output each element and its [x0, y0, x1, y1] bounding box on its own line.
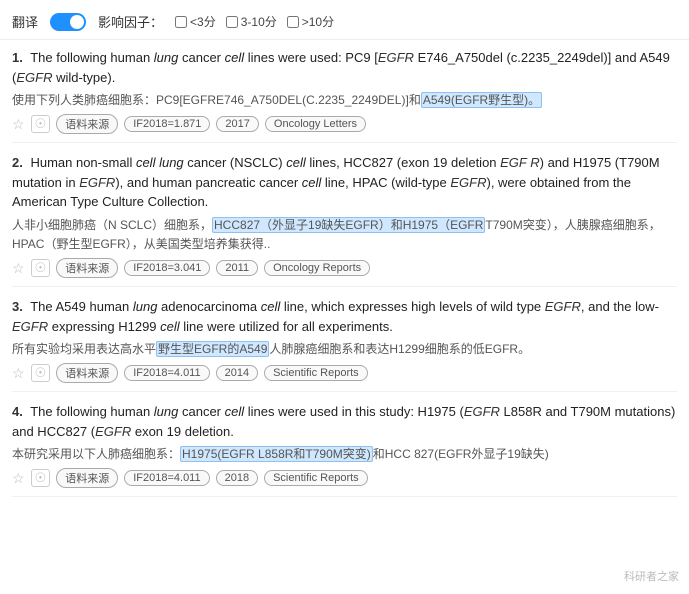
r1-cite-icon[interactable]: ☉ — [31, 115, 51, 133]
filter-lt3-checkbox[interactable] — [175, 16, 187, 28]
filter-3to10-checkbox[interactable] — [226, 16, 238, 28]
r1-star-icon[interactable]: ☆ — [12, 116, 25, 133]
result-1-en: 1. The following human lung cancer cell … — [12, 48, 677, 87]
watermark: 科研者之家 — [624, 568, 679, 584]
r2-egfr3: EGFR — [450, 175, 486, 190]
r3-journal-tag[interactable]: Scientific Reports — [264, 365, 368, 381]
results-list: 1. The following human lung cancer cell … — [0, 48, 689, 497]
filter-group: <3分 3-10分 >10分 — [175, 13, 334, 30]
result-2-cn: 人非小细胞肺癌（N SCLC）细胞系，HCC827（外显子19缺失EGFR）和H… — [12, 216, 677, 254]
r1-year-tag[interactable]: 2017 — [216, 116, 258, 132]
r2-egfr2: EGFR — [79, 175, 115, 190]
r3-lung: lung — [133, 299, 158, 314]
result-2-meta: ☆ ☉ 语料来源 IF2018=3.041 2011 Oncology Repo… — [12, 258, 677, 278]
r1-cn-highlight: A549(EGFR野生型)。 — [421, 92, 542, 108]
r4-source-tag[interactable]: 语料来源 — [56, 468, 118, 488]
r2-cn-highlight: HCC827（外显子19缺失EGFR）和H1975（EGFR — [212, 217, 485, 233]
r4-cite-icon[interactable]: ☉ — [31, 469, 51, 487]
result-3-meta: ☆ ☉ 语料来源 IF2018=4.011 2014 Scientific Re… — [12, 363, 677, 383]
r3-egfr1: EGFR — [545, 299, 581, 314]
r4-year-tag[interactable]: 2018 — [216, 470, 258, 486]
r1-cell1: cell — [225, 50, 245, 65]
r1-lung: lung — [154, 50, 179, 65]
r3-star-icon[interactable]: ☆ — [12, 365, 25, 382]
result-3-en: 3. The A549 human lung adenocarcinoma ce… — [12, 297, 677, 336]
result-4-number: 4. — [12, 404, 23, 419]
r1-journal-tag[interactable]: Oncology Letters — [265, 116, 366, 132]
r4-journal-tag[interactable]: Scientific Reports — [264, 470, 368, 486]
result-2-number: 2. — [12, 155, 23, 170]
r4-egfr2: EGFR — [95, 424, 131, 439]
r2-cite-icon[interactable]: ☉ — [31, 259, 51, 277]
result-3-cn: 所有实验均采用表达高水平野生型EGFR的A549人肺腺癌细胞系和表达H1299细… — [12, 340, 677, 359]
filter-gt10[interactable]: >10分 — [287, 13, 334, 30]
result-1-meta: ☆ ☉ 语料来源 IF2018=1.871 2017 Oncology Lett… — [12, 114, 677, 134]
r2-source-tag[interactable]: 语料来源 — [56, 258, 118, 278]
r4-lung: lung — [154, 404, 179, 419]
r1-egfr2: EGFR — [16, 70, 52, 85]
result-item-1: 1. The following human lung cancer cell … — [12, 48, 677, 143]
translate-label: 翻译 — [12, 12, 38, 31]
result-item-4: 4. The following human lung cancer cell … — [12, 402, 677, 497]
filter-gt10-checkbox[interactable] — [287, 16, 299, 28]
result-item-2: 2. Human non-small cell lung cancer (NSC… — [12, 153, 677, 287]
r2-journal-tag[interactable]: Oncology Reports — [264, 260, 370, 276]
r3-cn-highlight: 野生型EGFR的A549 — [156, 341, 269, 357]
r4-cell1: cell — [225, 404, 245, 419]
r3-egfr2: EGFR — [12, 319, 48, 334]
translate-toggle[interactable] — [50, 13, 86, 31]
filter-lt3-label: <3分 — [190, 13, 216, 30]
r3-if-tag[interactable]: IF2018=4.011 — [124, 365, 209, 381]
r3-cite-icon[interactable]: ☉ — [31, 364, 51, 382]
filter-3to10-label: 3-10分 — [241, 13, 277, 30]
r1-egfr1: EGFR — [378, 50, 414, 65]
result-4-meta: ☆ ☉ 语料来源 IF2018=4.011 2018 Scientific Re… — [12, 468, 677, 488]
filter-3to10[interactable]: 3-10分 — [226, 13, 277, 30]
r2-celll: cell lung — [136, 155, 184, 170]
top-bar: 翻译 影响因子： <3分 3-10分 >10分 — [0, 8, 689, 40]
r2-cell3: cell — [302, 175, 322, 190]
result-3-number: 3. — [12, 299, 23, 314]
influence-label: 影响因子： — [98, 12, 163, 31]
r3-year-tag[interactable]: 2014 — [216, 365, 258, 381]
r2-egfr1: EGF R — [500, 155, 540, 170]
r1-if-tag[interactable]: IF2018=1.871 — [124, 116, 210, 132]
r4-cn-highlight: H1975(EGFR L858R和T790M突变) — [180, 446, 373, 462]
result-2-en: 2. Human non-small cell lung cancer (NSC… — [12, 153, 677, 212]
result-1-number: 1. — [12, 50, 23, 65]
r3-cell2: cell — [160, 319, 180, 334]
r3-cell1: cell — [261, 299, 281, 314]
r4-if-tag[interactable]: IF2018=4.011 — [124, 470, 209, 486]
toggle-knob — [70, 15, 84, 29]
r2-cell2: cell — [286, 155, 306, 170]
result-4-cn: 本研究采用以下人肺癌细胞系：H1975(EGFR L858R和T790M突变)和… — [12, 445, 677, 464]
r2-star-icon[interactable]: ☆ — [12, 260, 25, 277]
r4-egfr1: EGFR — [464, 404, 500, 419]
r1-source-tag[interactable]: 语料来源 — [56, 114, 118, 134]
r2-year-tag[interactable]: 2011 — [216, 260, 258, 276]
r2-if-tag[interactable]: IF2018=3.041 — [124, 260, 210, 276]
result-item-3: 3. The A549 human lung adenocarcinoma ce… — [12, 297, 677, 392]
result-1-cn: 使用下列人类肺癌细胞系：PC9[EGFRE746_A750DEL(C.2235_… — [12, 91, 677, 110]
r4-star-icon[interactable]: ☆ — [12, 470, 25, 487]
r3-source-tag[interactable]: 语料来源 — [56, 363, 118, 383]
filter-gt10-label: >10分 — [302, 13, 334, 30]
filter-lt3[interactable]: <3分 — [175, 13, 216, 30]
result-4-en: 4. The following human lung cancer cell … — [12, 402, 677, 441]
